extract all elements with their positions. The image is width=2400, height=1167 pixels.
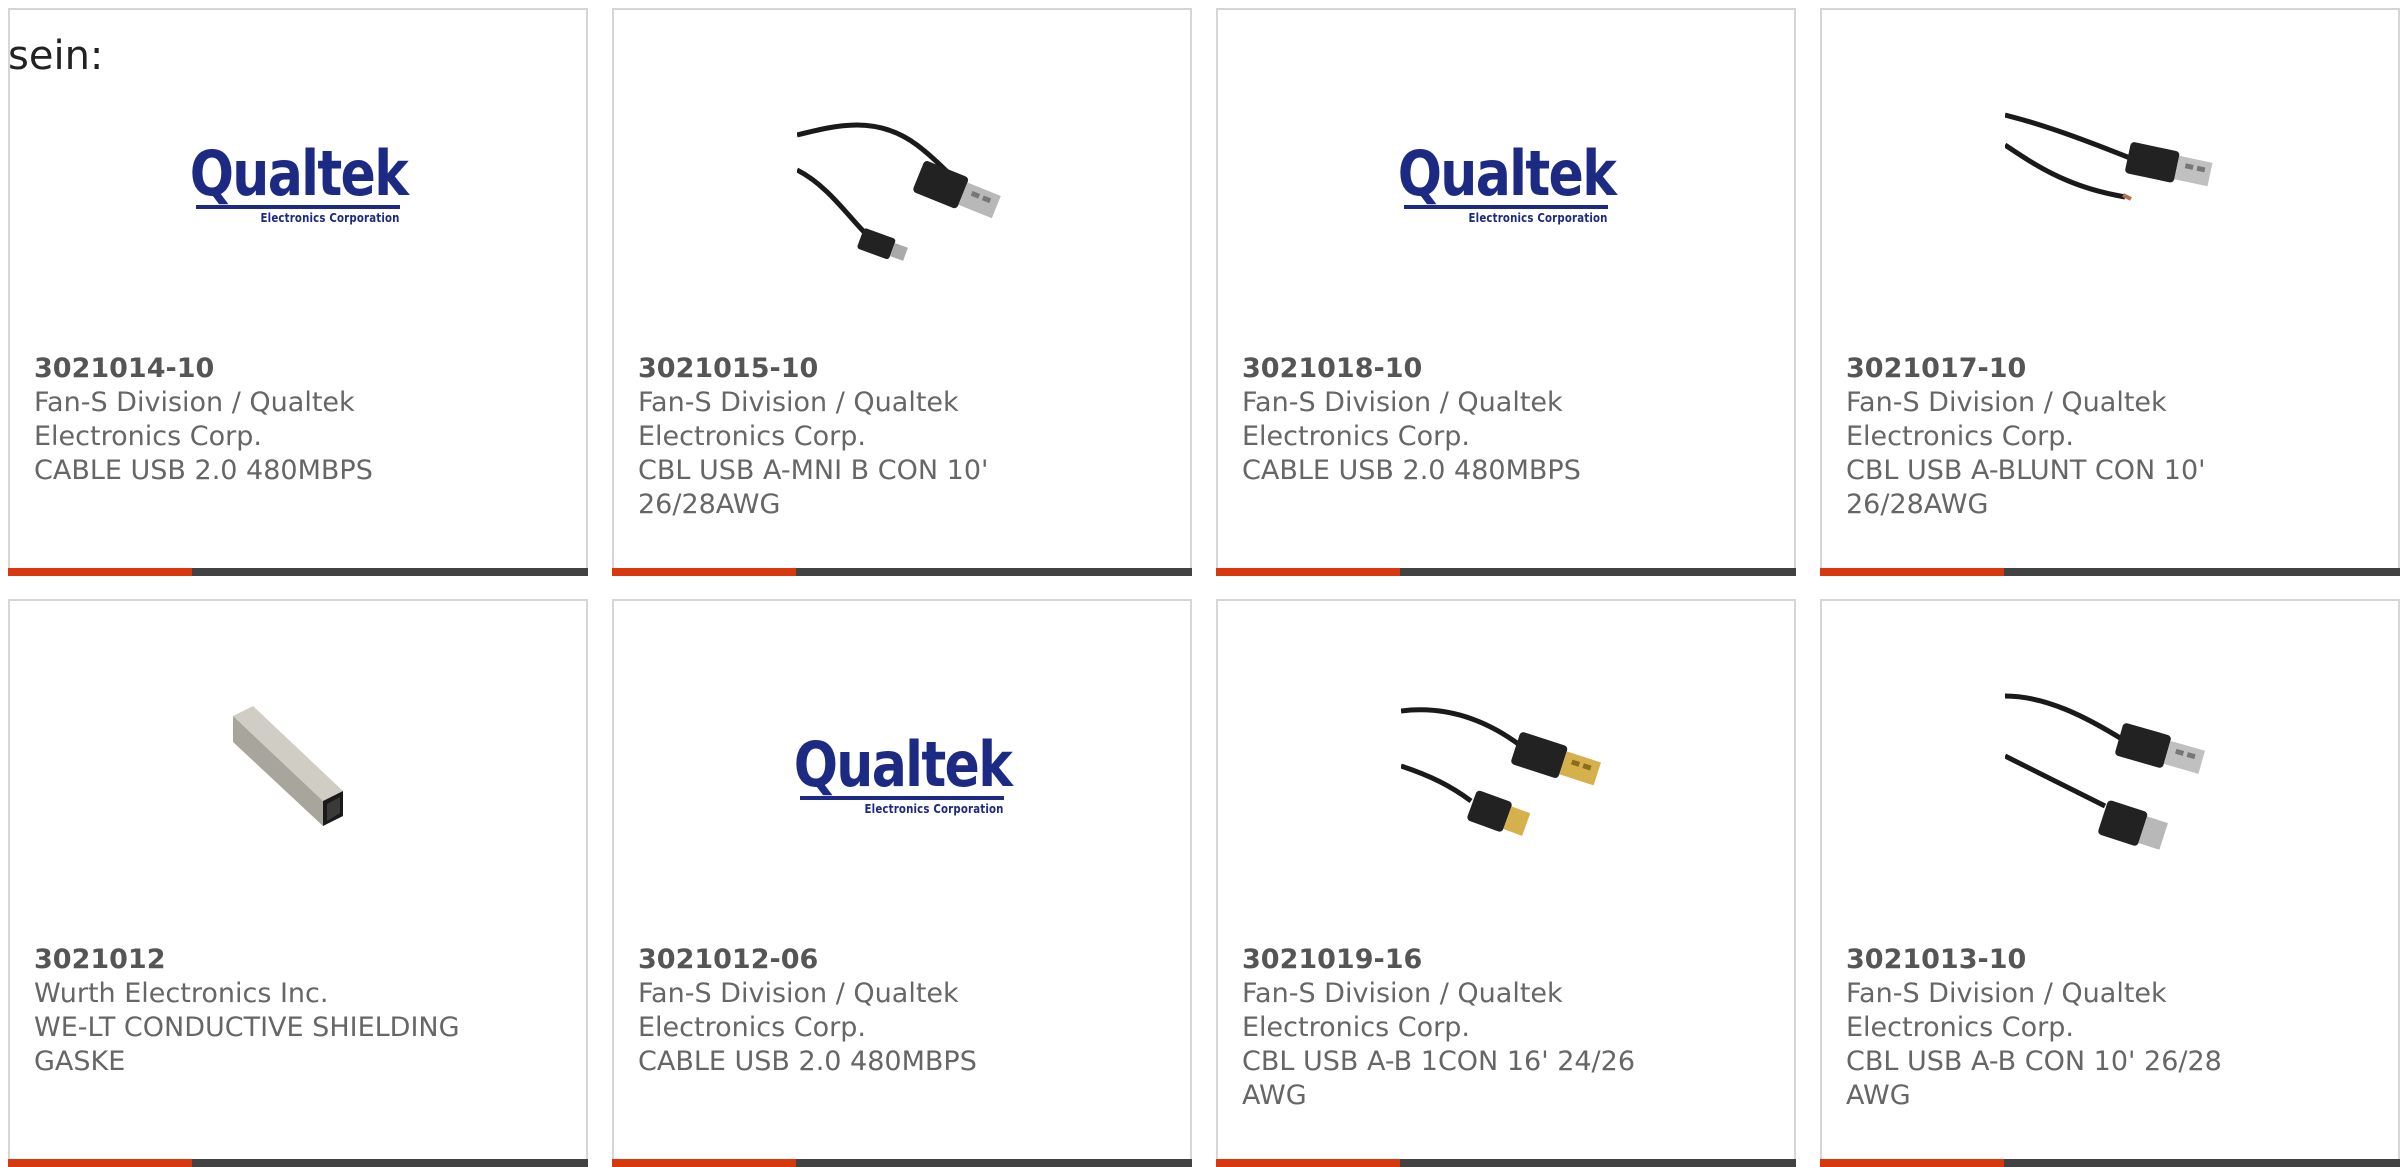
- product-grid: Qualtek Electronics Corporation 3021014-…: [8, 8, 2400, 1167]
- card-bottom-bar: [1820, 568, 2400, 576]
- part-number[interactable]: 3021013-10: [1846, 943, 2286, 977]
- product-card[interactable]: Qualtek Electronics Corporation 3021014-…: [8, 8, 588, 576]
- product-image[interactable]: [1218, 671, 1794, 881]
- usb-a-b-cable-icon: [2005, 693, 2205, 850]
- description: CBL USB A-B 1CON 16' 24/26 AWG: [1242, 1046, 1636, 1111]
- product-card[interactable]: 3021019-16 Fan-S Division / Qualtek Elec…: [1216, 599, 1796, 1167]
- part-number[interactable]: 3021015-10: [638, 352, 1078, 386]
- manufacturer: Wurth Electronics Inc.: [34, 978, 329, 1009]
- part-number[interactable]: 3021017-10: [1846, 352, 2286, 386]
- description: CBL USB A-B CON 10' 26/28 AWG: [1846, 1046, 2222, 1111]
- logo-subtitle: Electronics Corporation: [1468, 211, 1608, 225]
- part-number[interactable]: 3021012-06: [638, 943, 1078, 977]
- qualtek-logo-icon: Qualtek Electronics Corporation: [793, 734, 1012, 817]
- intro-text: sein:: [8, 33, 104, 79]
- product-image[interactable]: Qualtek Electronics Corporation: [614, 671, 1190, 881]
- product-image[interactable]: [1822, 671, 2398, 881]
- manufacturer: Fan-S Division / Qualtek Electronics Cor…: [638, 978, 959, 1043]
- qualtek-logo-icon: Qualtek Electronics Corporation: [189, 143, 408, 226]
- usb-a-b-gold-cable-icon: [1401, 707, 1601, 836]
- qualtek-logo-icon: Qualtek Electronics Corporation: [1397, 143, 1616, 226]
- product-card[interactable]: 3021017-10 Fan-S Division / Qualtek Elec…: [1820, 8, 2400, 576]
- manufacturer: Fan-S Division / Qualtek Electronics Cor…: [638, 387, 959, 452]
- usb-a-mini-b-cable-icon: [797, 85, 1007, 285]
- product-card[interactable]: 3021015-10 Fan-S Division / Qualtek Elec…: [612, 8, 1192, 576]
- card-bottom-bar: [8, 1159, 588, 1167]
- manufacturer: Fan-S Division / Qualtek Electronics Cor…: [1242, 978, 1563, 1043]
- logo-wordmark: Qualtek: [1397, 137, 1616, 210]
- logo-wordmark: Qualtek: [189, 137, 408, 210]
- description: CABLE USB 2.0 480MBPS: [34, 455, 373, 486]
- part-number[interactable]: 3021012: [34, 943, 474, 977]
- product-card[interactable]: Qualtek Electronics Corporation 3021018-…: [1216, 8, 1796, 576]
- card-bottom-bar: [1820, 1159, 2400, 1167]
- card-bottom-bar: [612, 568, 1192, 576]
- card-bottom-bar: [1216, 1159, 1796, 1167]
- description: CBL USB A-BLUNT CON 10' 26/28AWG: [1846, 455, 2206, 520]
- card-bottom-bar: [612, 1159, 1192, 1167]
- product-image[interactable]: [1822, 80, 2398, 290]
- manufacturer: Fan-S Division / Qualtek Electronics Cor…: [34, 387, 355, 452]
- product-image[interactable]: Qualtek Electronics Corporation: [10, 80, 586, 290]
- product-image[interactable]: [10, 671, 586, 881]
- shielding-gasket-icon: [233, 706, 343, 826]
- product-image[interactable]: Qualtek Electronics Corporation: [1218, 80, 1794, 290]
- part-number[interactable]: 3021018-10: [1242, 352, 1682, 386]
- part-number[interactable]: 3021019-16: [1242, 943, 1682, 977]
- card-bottom-bar: [8, 568, 588, 576]
- part-number[interactable]: 3021014-10: [34, 352, 474, 386]
- product-image[interactable]: [614, 80, 1190, 290]
- description: WE-LT CONDUCTIVE SHIELDING GASKE: [34, 1012, 460, 1077]
- product-card[interactable]: Qualtek Electronics Corporation 3021012-…: [612, 599, 1192, 1167]
- manufacturer: Fan-S Division / Qualtek Electronics Cor…: [1242, 387, 1563, 452]
- description: CABLE USB 2.0 480MBPS: [638, 1046, 977, 1077]
- usb-a-blunt-cable-icon: [2005, 112, 2213, 201]
- logo-subtitle: Electronics Corporation: [864, 802, 1004, 816]
- product-card[interactable]: 3021013-10 Fan-S Division / Qualtek Elec…: [1820, 599, 2400, 1167]
- description: CABLE USB 2.0 480MBPS: [1242, 455, 1581, 486]
- description: CBL USB A-MNI B CON 10' 26/28AWG: [638, 455, 989, 520]
- card-bottom-bar: [1216, 568, 1796, 576]
- manufacturer: Fan-S Division / Qualtek Electronics Cor…: [1846, 387, 2167, 452]
- manufacturer: Fan-S Division / Qualtek Electronics Cor…: [1846, 978, 2167, 1043]
- product-card[interactable]: 3021012 Wurth Electronics Inc. WE-LT CON…: [8, 599, 588, 1167]
- logo-subtitle: Electronics Corporation: [260, 211, 400, 225]
- logo-wordmark: Qualtek: [793, 728, 1012, 801]
